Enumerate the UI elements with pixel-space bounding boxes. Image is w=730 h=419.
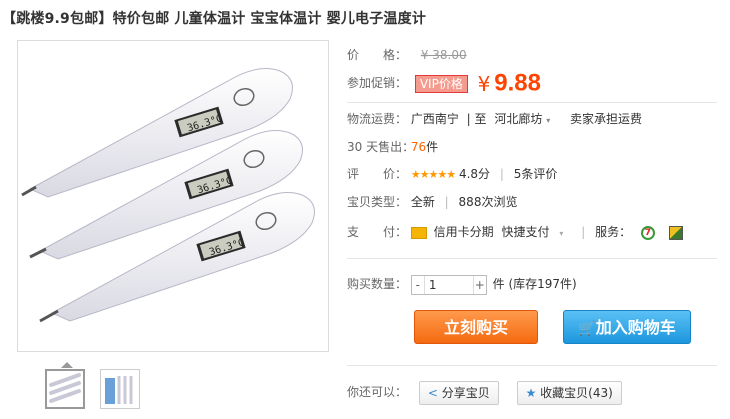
add-to-cart-button[interactable]: 🛒加入购物车 [563,310,691,344]
star-icon: ★ [525,385,537,400]
thermometer-package-thumb-image [105,376,133,404]
rating-row: 评 价： ★★★★★ 4.8分 | 5条评价 [347,164,557,184]
price-row: 价 格： ¥ 38.00 [347,45,467,65]
share-icon: < [427,385,438,400]
quantity-decrease-button[interactable]: - [412,275,425,294]
shipping-label: 物流运费： [347,112,408,126]
share-label-text: 分享宝贝 [441,385,490,400]
divider [347,258,717,259]
product-title: 【跳楼9.9包邮】特价包邮 儿童体温计 宝宝体温计 婴儿电子温度计 [2,11,427,27]
thermometer-product-photo: 36.3°C 36.3°C 36.3°C [21,68,315,323]
stock-info: 件 (库存197件) [492,277,577,291]
view-count: 888次浏览 [458,195,518,209]
chevron-down-icon[interactable]: ▾ [546,116,550,125]
original-price: ¥ 38.00 [420,48,467,62]
fast-pay[interactable]: 快捷支付 [502,225,550,239]
chevron-down-icon[interactable]: ▾ [559,229,563,238]
ship-to-separator: | 至 [466,112,487,126]
thumbnail-selector-arrow [61,362,73,368]
service-label: 服务： [595,225,632,239]
share-button[interactable]: < 分享宝贝 [418,380,499,405]
sales-unit: 件 [426,140,439,154]
share-row: 你还可以： < 分享宝贝 ★ 收藏宝贝(43) [347,380,622,405]
payment-label: 支 付： [347,225,408,239]
ship-to-dropdown[interactable]: 河北廊坊 [494,112,542,126]
thumbnail-1[interactable] [45,369,85,409]
promo-label: 参加促销： [347,76,408,90]
shipping-row: 物流运费： 广西南宁 | 至 河北廊坊 ▾ 卖家承担运费 [347,109,642,129]
buy-now-button[interactable]: 立刻购买 [414,310,538,344]
sales-label: 30 天售出： [347,140,415,154]
thumbnail-2[interactable] [100,369,140,409]
shipping-fee-note: 卖家承担运费 [570,112,643,126]
promo-row: 参加促销： VIP价格 ¥ 9.88 [347,68,541,98]
payment-row: 支 付： 信用卡分期 快捷支付 ▾ | 服务： 7 [347,222,683,242]
cart-icon: 🛒 [578,321,596,337]
rating-stars-icon: ★★★★★ [410,168,456,181]
item-type-row: 宝贝类型： 全新 | 888次浏览 [347,192,517,212]
divider [347,102,717,103]
item-type-label: 宝贝类型： [347,195,408,209]
review-count-link[interactable]: 5条评价 [514,167,558,181]
product-main-image[interactable]: 36.3°C 36.3°C 36.3°C [17,40,329,352]
sales-count: 76 [410,140,427,154]
quantity-stepper: -+ [410,274,487,295]
rating-score: 4.8分 [458,167,491,181]
rating-label: 评 价： [347,167,408,181]
thermometer-thumb-image [49,373,81,403]
ship-from: 广西南宁 [410,112,459,126]
promo-price: 9.88 [494,69,541,97]
separator: | [499,167,504,181]
separator: | [444,195,449,209]
item-condition: 全新 [410,195,435,209]
vip-price-tag: VIP价格 [414,74,468,93]
share-label: 你还可以： [347,385,408,399]
favorite-button[interactable]: ★ 收藏宝贝(43) [516,380,622,405]
quantity-row: 购买数量： -+ 件 (库存197件) [347,274,577,295]
service-guarantee-icon[interactable] [668,225,683,240]
add-to-cart-label: 加入购物车 [595,318,676,337]
service-7day-return-icon[interactable]: 7 [640,225,655,240]
sales-row: 30 天售出： 76件 [347,137,438,157]
quantity-increase-button[interactable]: + [472,275,486,294]
divider [347,365,717,366]
favorite-label: 收藏宝贝(43) [540,385,613,400]
credit-card-icon [410,226,427,239]
quantity-label: 购买数量： [347,277,408,291]
separator: | [581,225,586,239]
price-currency: ¥ [477,71,491,96]
price-label: 价 格： [347,48,408,62]
quantity-input[interactable] [424,275,473,294]
credit-installment[interactable]: 信用卡分期 [434,225,494,239]
